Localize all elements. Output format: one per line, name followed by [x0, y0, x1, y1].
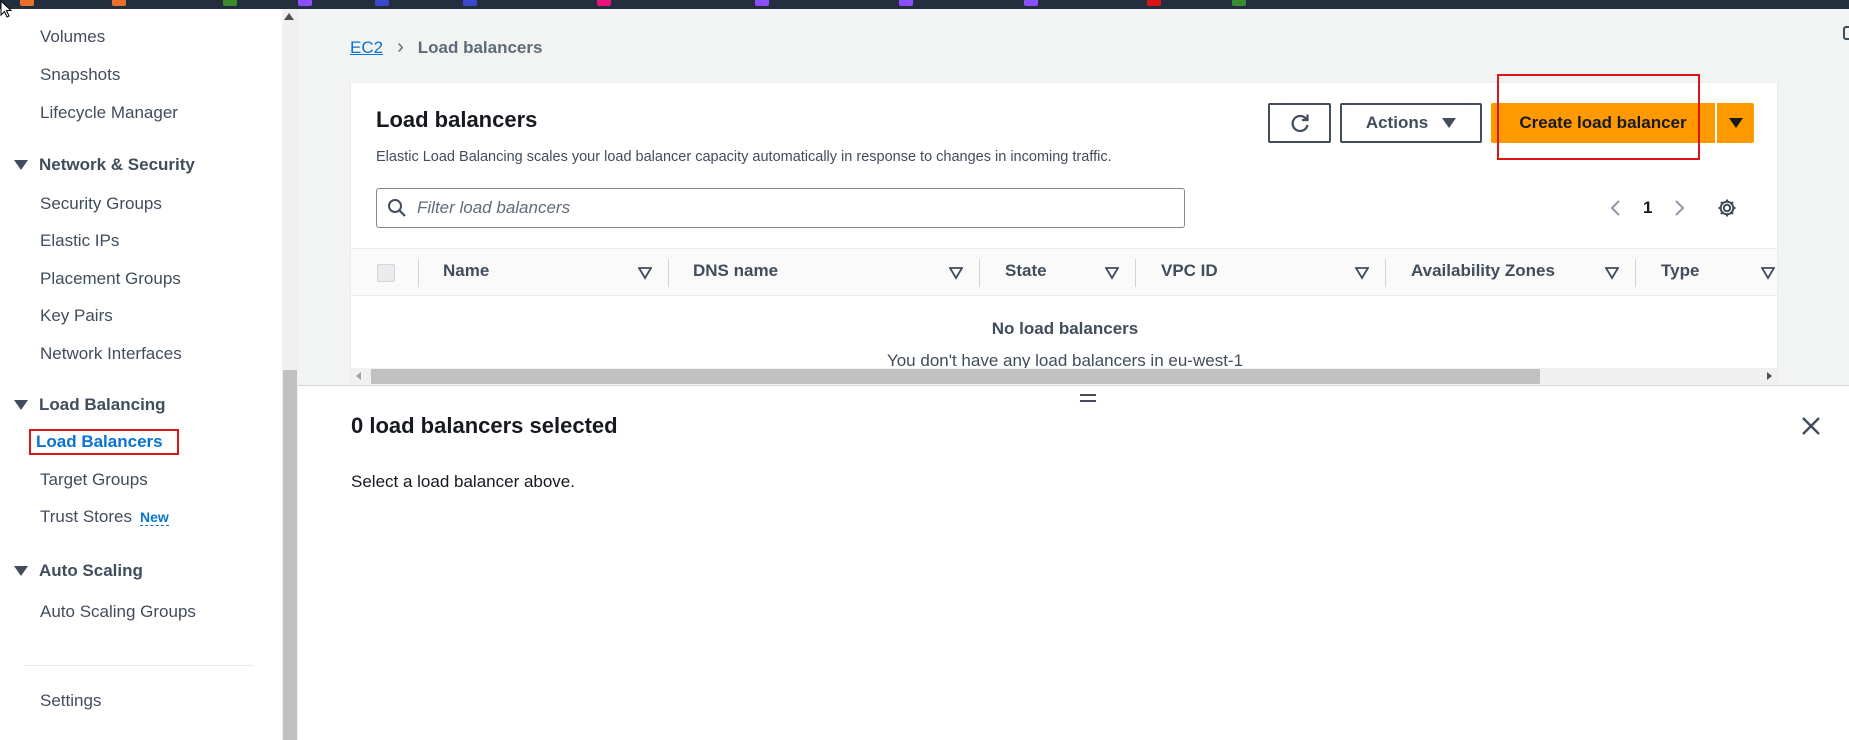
sidebar-section-load-balancing[interactable]: Load Balancing [14, 395, 166, 415]
mouse-cursor-icon [0, 0, 12, 18]
caret-down-icon [1728, 118, 1743, 128]
sidebar-item-volumes[interactable]: Volumes [40, 27, 105, 47]
sidebar-section-network-security[interactable]: Network & Security [14, 155, 195, 175]
bookmark-icon[interactable] [1147, 0, 1161, 6]
split-panel-title: 0 load balancers selected [351, 413, 618, 438]
side-tools-tab[interactable] [1843, 26, 1849, 40]
horizontal-scrollbar-thumb[interactable] [371, 369, 1540, 384]
sidebar-item-snapshots[interactable]: Snapshots [40, 65, 120, 85]
column-divider[interactable] [1135, 259, 1136, 287]
bookmark-icon[interactable] [1024, 0, 1038, 6]
sort-triangle-icon[interactable] [949, 266, 963, 280]
sidebar-section-auto-scaling[interactable]: Auto Scaling [14, 561, 143, 581]
filter-load-balancers-field[interactable] [376, 188, 1185, 228]
split-panel-description: Select a load balancer above. [351, 472, 575, 491]
sort-triangle-icon[interactable] [1605, 266, 1619, 280]
browser-bookmarks-bar [0, 0, 1849, 9]
column-divider[interactable] [668, 259, 669, 287]
refresh-button[interactable] [1268, 103, 1331, 143]
bookmark-icon[interactable] [20, 0, 34, 6]
section-label: Load Balancing [39, 395, 166, 414]
bookmark-icon[interactable] [1232, 0, 1246, 6]
load-balancers-table-panel: Load balancers Elastic Load Balancing sc… [350, 82, 1778, 385]
actions-label: Actions [1365, 113, 1429, 132]
sort-triangle-icon[interactable] [1105, 266, 1119, 280]
column-header-vpc-id[interactable]: VPC ID [1161, 261, 1218, 281]
sidebar-item-trust-stores[interactable]: Trust Stores New [40, 507, 169, 527]
column-header-type[interactable]: Type [1661, 261, 1699, 281]
close-icon[interactable] [1799, 414, 1823, 438]
section-label: Network & Security [39, 155, 195, 174]
sidebar-item-key-pairs[interactable]: Key Pairs [40, 306, 113, 326]
caret-down-icon [14, 400, 28, 410]
sort-triangle-icon[interactable] [638, 266, 652, 280]
breadcrumb-current: Load balancers [417, 37, 543, 57]
bookmark-icon[interactable] [463, 0, 477, 6]
empty-state-title: No load balancers [991, 319, 1139, 338]
sidebar-scrollbar-thumb[interactable] [283, 370, 297, 740]
sidebar-item-elastic-ips[interactable]: Elastic IPs [40, 231, 119, 251]
column-divider[interactable] [1385, 259, 1386, 287]
scroll-left-arrow-icon[interactable] [356, 372, 361, 380]
refresh-icon [1291, 114, 1309, 133]
column-divider[interactable] [1635, 259, 1636, 287]
sidebar-divider [24, 665, 254, 666]
sidebar-item-placement-groups[interactable]: Placement Groups [40, 269, 181, 289]
column-header-state[interactable]: State [1005, 261, 1047, 281]
sort-triangle-icon[interactable] [1355, 266, 1369, 280]
table-header: Name DNS name State VPC ID Availability … [351, 248, 1777, 296]
bookmark-icon[interactable] [298, 0, 312, 6]
pagination: 1 [1609, 191, 1738, 225]
breadcrumb: EC2 › Load balancers [350, 36, 542, 59]
chevron-right-icon: › [397, 36, 404, 58]
chevron-right-icon[interactable] [1672, 198, 1686, 218]
create-options-dropdown-button[interactable] [1717, 103, 1754, 143]
column-divider [418, 259, 419, 287]
sidebar-item-label: Trust Stores [40, 507, 132, 526]
split-panel-resize-handle[interactable] [1080, 394, 1096, 402]
page-title: Load balancers [376, 107, 538, 132]
select-all-checkbox[interactable] [377, 264, 395, 282]
sidebar-item-network-interfaces[interactable]: Network Interfaces [40, 344, 182, 364]
bookmark-icon[interactable] [755, 0, 769, 6]
caret-down-icon [14, 566, 28, 576]
section-label: Auto Scaling [39, 561, 143, 580]
page-number[interactable]: 1 [1643, 198, 1652, 218]
table-horizontal-scrollbar[interactable] [350, 368, 1778, 385]
column-header-availability-zones[interactable]: Availability Zones [1411, 261, 1555, 281]
page-description: Elastic Load Balancing scales your load … [376, 149, 1112, 165]
sidebar-item-security-groups[interactable]: Security Groups [40, 194, 162, 214]
actions-dropdown-button[interactable]: Actions [1340, 103, 1482, 143]
gear-icon[interactable] [1716, 197, 1738, 219]
new-badge: New [139, 509, 169, 526]
sidebar-item-auto-scaling-groups[interactable]: Auto Scaling Groups [40, 602, 196, 622]
sidebar-item-settings[interactable]: Settings [40, 691, 101, 711]
column-header-name[interactable]: Name [443, 261, 489, 281]
bookmark-icon[interactable] [223, 0, 237, 6]
create-load-balancer-button[interactable]: Create load balancer [1491, 103, 1715, 143]
column-divider[interactable] [979, 259, 980, 287]
search-icon [388, 199, 406, 217]
column-header-dns-name[interactable]: DNS name [693, 261, 778, 281]
bookmark-icon[interactable] [375, 0, 389, 6]
create-label: Create load balancer [1519, 113, 1687, 132]
sort-triangle-icon[interactable] [1761, 266, 1775, 280]
sidebar-item-lifecycle-manager[interactable]: Lifecycle Manager [40, 103, 178, 123]
bookmark-icon[interactable] [112, 0, 126, 6]
bookmark-icon[interactable] [597, 0, 611, 6]
scroll-right-arrow-icon[interactable] [1767, 372, 1772, 380]
scroll-up-arrow-icon[interactable] [284, 13, 294, 20]
ec2-sidebar-nav: Volumes Snapshots Lifecycle Manager Netw… [0, 9, 282, 740]
caret-down-icon [14, 160, 28, 170]
filter-input[interactable] [417, 198, 1157, 218]
breadcrumb-ec2-link[interactable]: EC2 [350, 38, 383, 58]
caret-down-icon [1442, 118, 1457, 128]
sidebar-item-load-balancers[interactable]: Load Balancers [29, 429, 179, 455]
bookmark-icon[interactable] [899, 0, 913, 6]
chevron-left-icon[interactable] [1609, 198, 1623, 218]
sidebar-item-target-groups[interactable]: Target Groups [40, 470, 148, 490]
